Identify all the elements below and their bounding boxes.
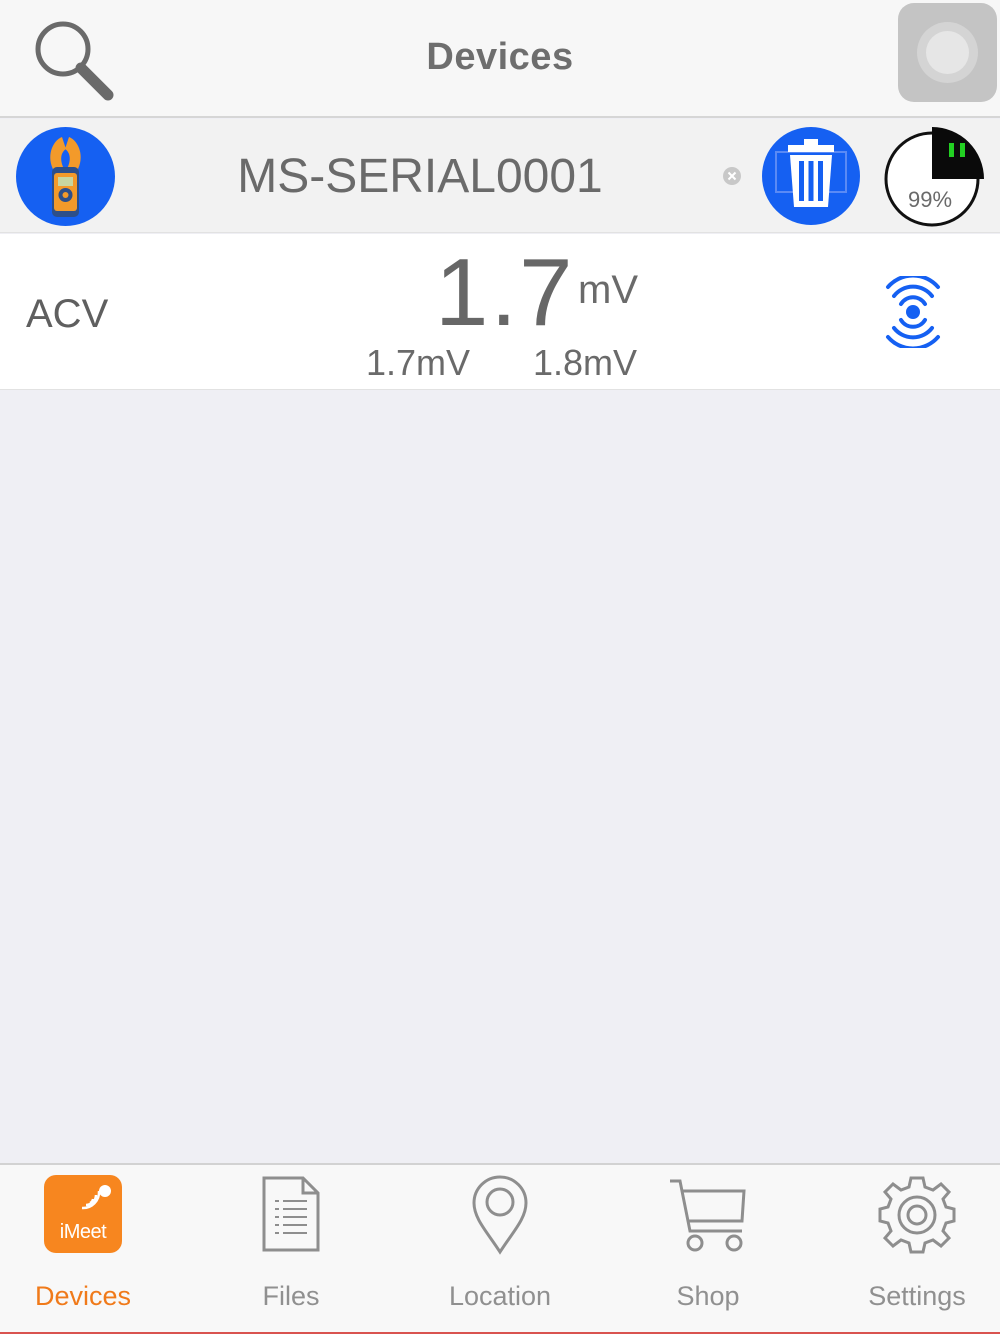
measurement-min: 1.7mV — [366, 342, 471, 383]
trash-icon — [775, 139, 847, 207]
navigation-bar: Devices — [0, 0, 1000, 118]
tab-bar: iMeet Devices Files Location Shop Settin… — [0, 1163, 1000, 1334]
assistive-touch-button[interactable] — [898, 3, 997, 102]
tab-devices[interactable]: iMeet Devices — [0, 1165, 183, 1334]
tab-label: Location — [448, 1281, 552, 1311]
tab-shop[interactable]: Shop — [608, 1165, 808, 1334]
page-title: Devices — [426, 36, 574, 78]
clear-icon[interactable] — [722, 166, 742, 186]
measurement-mode: ACV — [26, 292, 109, 336]
measurement-row[interactable]: ACV 1.7 mV 1.7mV 1.8mV — [0, 234, 1000, 390]
device-row[interactable]: MS-SERIAL0001 99% — [0, 119, 1000, 233]
imeet-app-icon: iMeet — [44, 1175, 122, 1253]
document-icon — [262, 1176, 320, 1252]
tab-files[interactable]: Files — [191, 1165, 391, 1334]
battery-percent: 99% — [908, 187, 953, 212]
map-pin-icon — [472, 1175, 528, 1255]
measurement-unit: mV — [578, 268, 638, 312]
tab-label: Files — [262, 1281, 320, 1311]
measurement-max: 1.8mV — [533, 342, 638, 383]
tab-settings[interactable]: Settings — [817, 1165, 1000, 1334]
battery-indicator: 99% — [884, 125, 984, 227]
tab-label: Shop — [676, 1281, 740, 1311]
shopping-cart-icon — [670, 1179, 746, 1252]
imeet-icon-text: iMeet — [59, 1221, 107, 1243]
tab-location[interactable]: Location — [400, 1165, 600, 1334]
tab-label: Settings — [868, 1281, 966, 1311]
clamp-meter-avatar-icon — [16, 127, 115, 226]
device-name: MS-SERIAL0001 — [237, 150, 603, 203]
measurement-value: 1.7 — [435, 239, 575, 346]
delete-device-button[interactable] — [762, 127, 860, 225]
gear-icon — [878, 1176, 956, 1254]
wireless-signal-icon[interactable] — [882, 276, 944, 348]
tab-label: Devices — [34, 1281, 132, 1311]
